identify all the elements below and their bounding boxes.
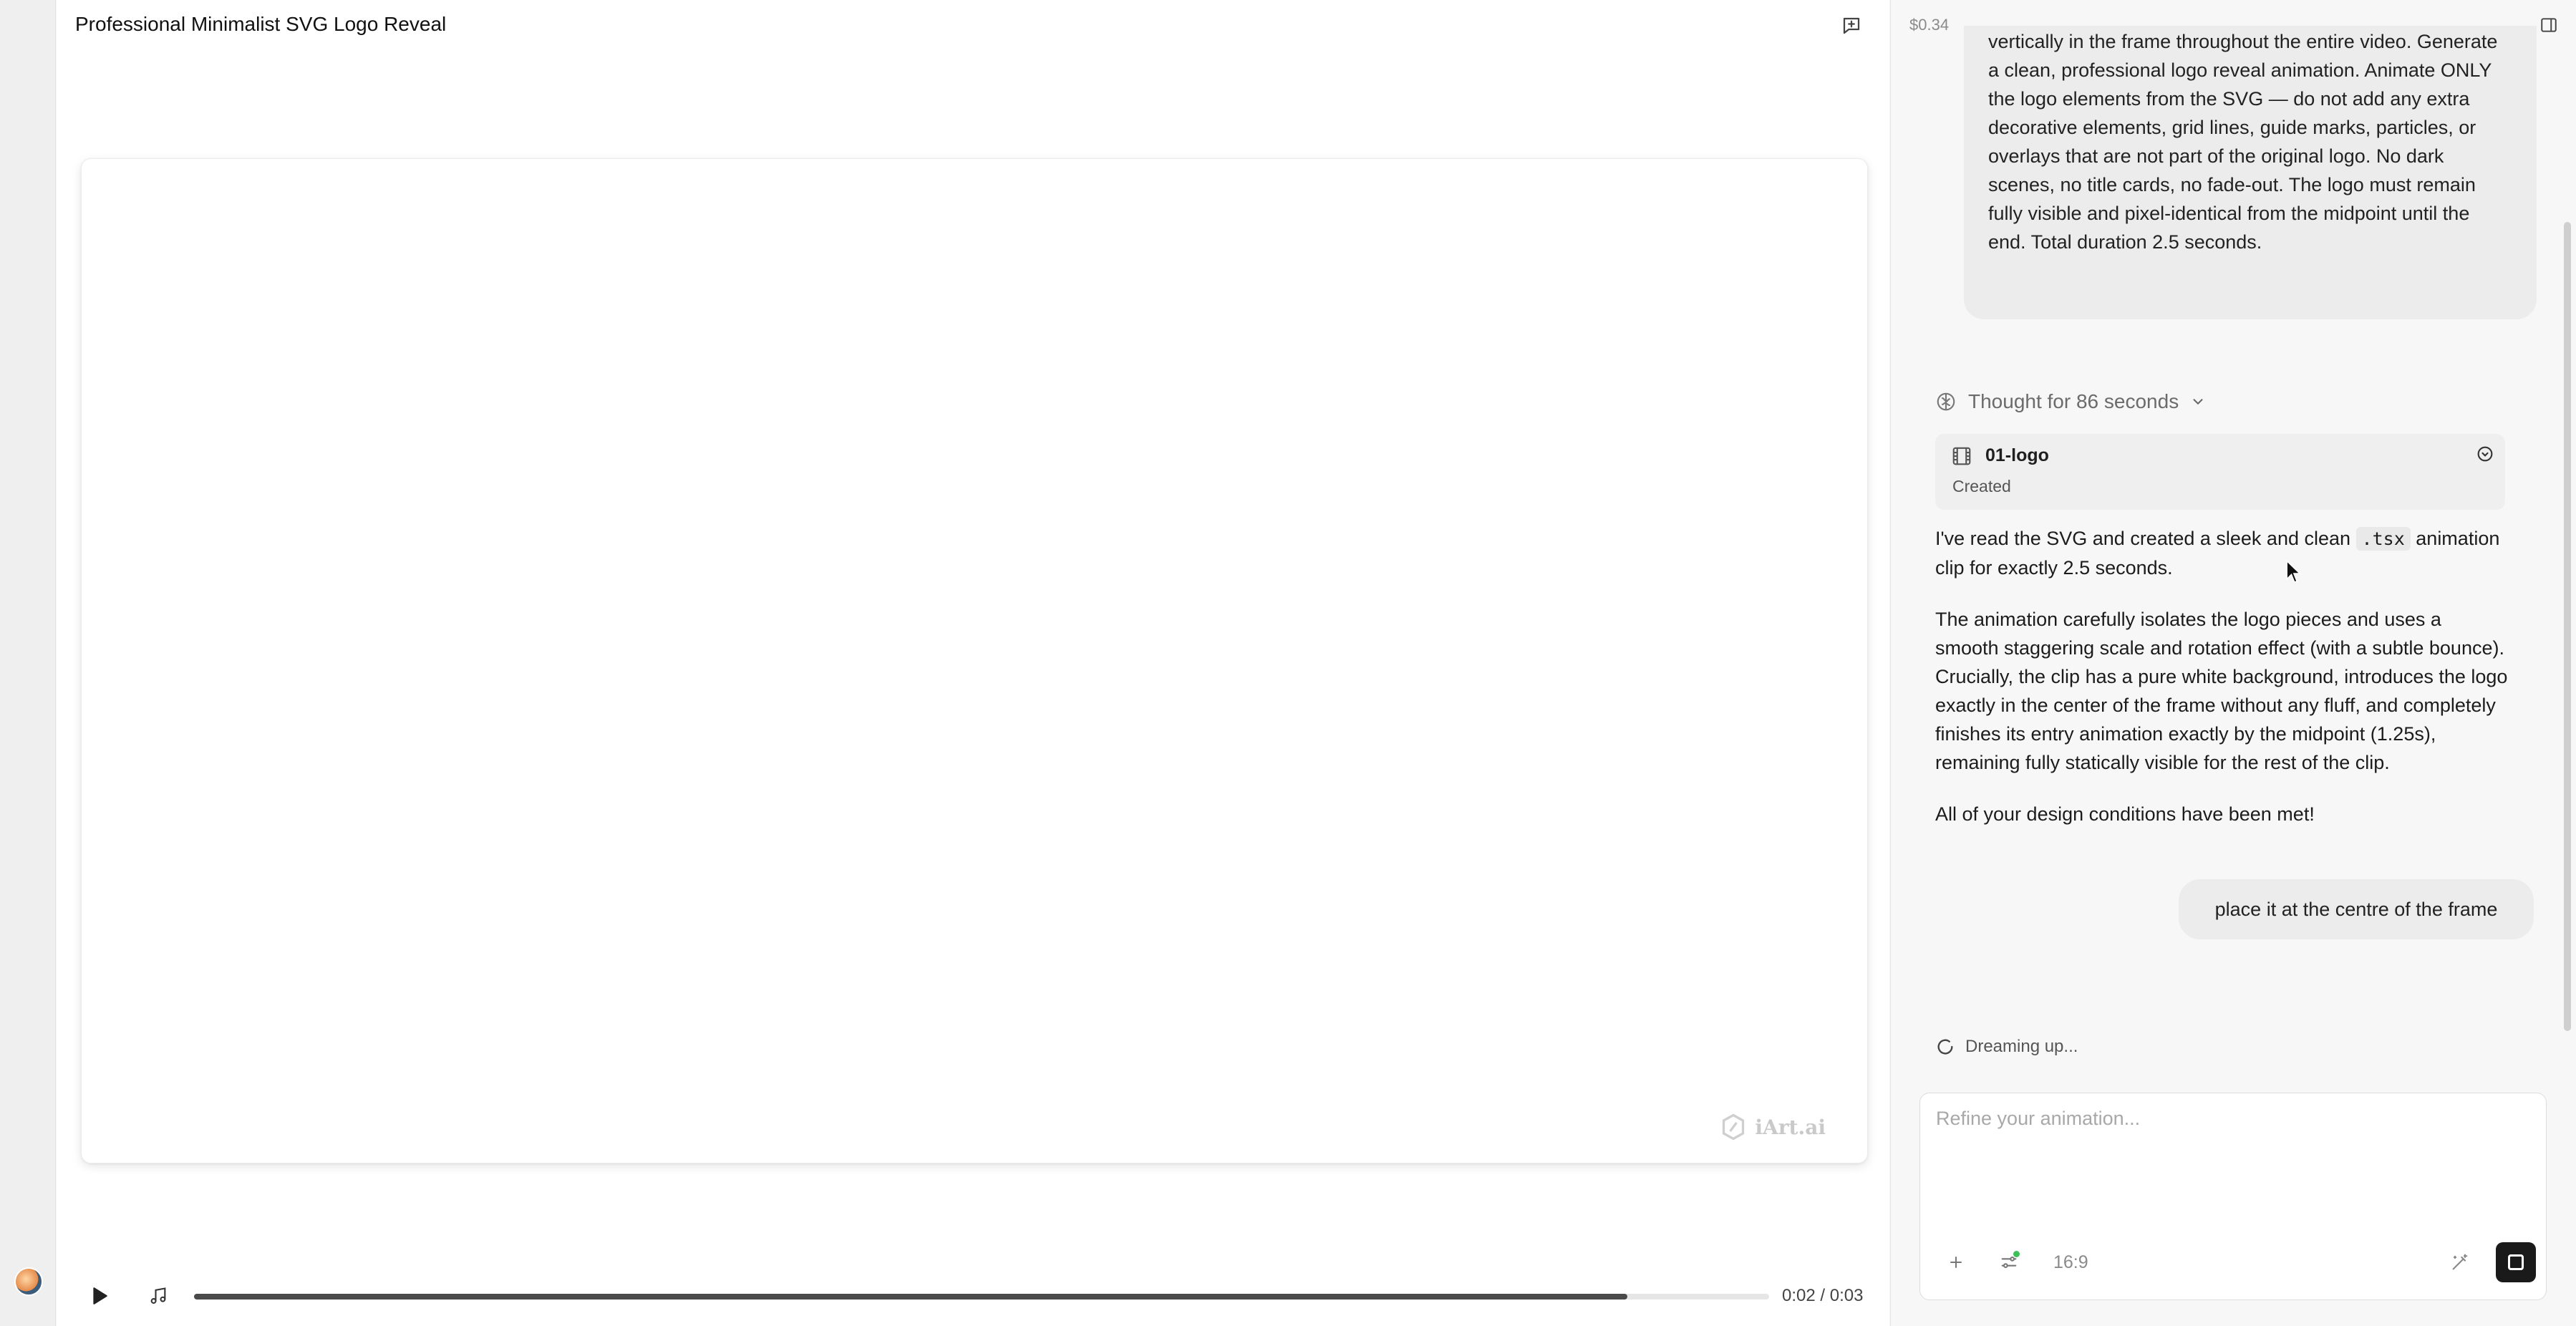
watermark-logo-icon (1723, 1113, 1745, 1141)
clip-name: 01-logo (1985, 445, 2049, 465)
plus-icon (1950, 1257, 1962, 1268)
timeline-scrubber[interactable] (194, 1294, 1769, 1300)
time-readout: 0:02 / 0:03 (1782, 1286, 1864, 1305)
active-indicator (2013, 1251, 2020, 1257)
chevron-down-icon (2193, 399, 2203, 405)
new-chat-button[interactable] (1839, 13, 1864, 39)
watermark: iArt.ai (1720, 1113, 1826, 1141)
cost-readout: $0.34 (1909, 16, 1950, 34)
assistant-paragraph-2: The animation carefully isolates the log… (1935, 609, 2508, 773)
mouse-cursor-icon (2286, 560, 2302, 584)
user-message-2: place it at the centre of the frame (2179, 879, 2534, 939)
clip-status: Created (1952, 477, 2011, 495)
assistant-paragraph-3: All of your design conditions have been … (1935, 803, 2315, 825)
magic-wand-button[interactable] (2444, 1247, 2476, 1278)
refine-input[interactable] (1936, 1108, 2530, 1208)
music-note-icon (150, 1287, 166, 1304)
spinner-icon (1937, 1039, 1953, 1055)
main-panel: Professional Minimalist SVG Logo Reveal … (57, 0, 1889, 1326)
assistant-para1-start: I've read the SVG and created a sleek an… (1935, 528, 2351, 549)
film-icon (1951, 445, 1972, 470)
timeline-progress (194, 1294, 1627, 1300)
music-button[interactable] (144, 1282, 173, 1310)
settings-button[interactable] (1993, 1247, 2025, 1278)
aspect-ratio-selector[interactable]: 16:9 (2053, 1252, 2088, 1273)
avatar[interactable] (14, 1267, 43, 1296)
composer: 16:9 (1919, 1093, 2547, 1300)
player-controls: 0:02 / 0:03 (57, 1274, 1889, 1317)
user-message-text: vertically in the frame throughout the e… (1988, 31, 2498, 253)
left-rail (0, 0, 56, 1326)
play-button[interactable] (85, 1282, 114, 1310)
generation-status: Dreaming up... (1935, 1037, 2078, 1057)
scrollbar[interactable] (2564, 222, 2571, 1031)
clip-options-icon[interactable] (2475, 444, 2495, 468)
watermark-text: iArt.ai (1755, 1115, 1826, 1139)
user-message: vertically in the frame throughout the e… (1964, 26, 2537, 319)
message-plus-icon (1843, 17, 1860, 34)
add-button[interactable] (1940, 1247, 1972, 1278)
video-preview[interactable]: iArt.ai (81, 158, 1868, 1163)
sidebar-toggle-icon (2541, 18, 2557, 32)
status-text: Dreaming up... (1965, 1037, 2078, 1056)
stop-icon (2508, 1254, 2524, 1270)
page-title: Professional Minimalist SVG Logo Reveal (75, 13, 447, 35)
assistant-paragraph-1: I've read the SVG and created a sleek an… (1935, 524, 2508, 582)
chat-sidebar: $0.34 vertically in the frame throughout… (1890, 0, 2576, 1326)
thought-toggle[interactable]: Thought for 86 seconds (1935, 390, 2206, 413)
clip-card[interactable]: 01-logo Created (1935, 434, 2505, 510)
play-icon (93, 1287, 107, 1305)
thought-label: Thought for 86 seconds (1968, 390, 2179, 412)
inline-code: .tsx (2355, 527, 2411, 551)
magic-wand-icon (2452, 1254, 2468, 1270)
assistant-message: I've read the SVG and created a sleek an… (1935, 524, 2508, 851)
panel-toggle-button[interactable] (2537, 13, 2561, 37)
brain-icon (1937, 392, 1955, 411)
stop-button[interactable] (2496, 1242, 2536, 1282)
